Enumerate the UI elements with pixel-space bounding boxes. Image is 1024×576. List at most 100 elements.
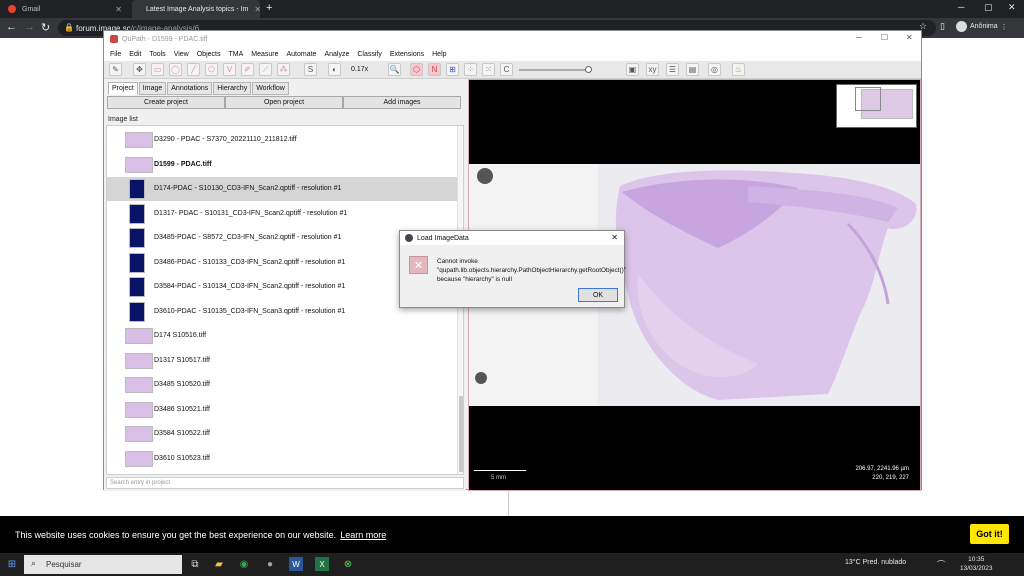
close-icon[interactable]: ✕ — [115, 5, 122, 14]
polygon-tool-icon[interactable]: ⬠ — [205, 63, 218, 76]
tab-hierarchy[interactable]: Hierarchy — [213, 82, 252, 95]
image-list-item[interactable]: D3610 S10523.tiff — [107, 447, 457, 471]
windows-start-icon[interactable]: ⊞ — [5, 557, 19, 571]
show-names-icon[interactable]: N — [428, 63, 441, 76]
polyline-tool-icon[interactable]: V — [223, 63, 236, 76]
back-arrow-icon[interactable]: ← — [6, 21, 17, 33]
minimize-icon[interactable]: ─ — [958, 2, 964, 12]
menu-analyze[interactable]: Analyze — [324, 51, 349, 58]
settings-icon[interactable]: ◎ — [708, 63, 721, 76]
image-list-item[interactable]: D174-PDAC - S10130_CD3-IFN_Scan2.qptiff … — [107, 177, 457, 201]
close-icon[interactable]: ✕ — [906, 33, 913, 42]
show-location-icon[interactable]: xy — [646, 63, 659, 76]
menu-view[interactable]: View — [174, 51, 189, 58]
show-connections-icon[interactable]: C — [500, 63, 513, 76]
image-name: D3485-PDAC - S8572_CD3-IFN_Scan2.qptiff … — [154, 234, 342, 241]
menu-help[interactable]: Help — [432, 51, 446, 58]
rectangle-tool-icon[interactable]: ▭ — [151, 63, 164, 76]
close-window-icon[interactable]: ✕ — [1008, 2, 1016, 13]
minimize-icon[interactable]: ─ — [856, 33, 862, 42]
open-project-button[interactable]: Open project — [225, 96, 343, 109]
tab-workflow[interactable]: Workflow — [252, 82, 289, 95]
browser-tab-strip: Gmail ✕ Latest Image Analysis topics - I… — [0, 0, 1024, 18]
brightness-contrast-icon[interactable]: ◐ — [328, 63, 341, 76]
image-list-item[interactable]: D1317- PDAC - S10131_CD3-IFN_Scan2.qptif… — [107, 202, 457, 226]
ok-button[interactable]: OK — [578, 288, 618, 302]
tab-image[interactable]: Image — [138, 82, 167, 95]
image-list-item[interactable]: D3290 - PDAC - S7370_20221110_211812.tif… — [107, 128, 457, 152]
system-clock[interactable]: 10:35 13/03/2023 — [960, 555, 993, 573]
maximize-icon[interactable]: ☐ — [881, 33, 888, 42]
got-it-button[interactable]: Got it! — [970, 524, 1009, 544]
profile-button[interactable]: Anônima ⋮ — [956, 21, 1008, 32]
image-list-item[interactable]: D3584 S10522.tiff — [107, 422, 457, 446]
brush-tool-icon[interactable]: ✐ — [241, 63, 254, 76]
cursor-position: 206.97, 2241.96 µm — [855, 466, 910, 472]
script-icon[interactable]: ♨ — [732, 63, 745, 76]
menu-edit[interactable]: Edit — [129, 51, 141, 58]
image-list-item[interactable]: D3485 S10520.tiff — [107, 373, 457, 397]
clock-time: 10:35 — [968, 556, 985, 563]
move-tool-icon[interactable]: ✎ — [109, 63, 122, 76]
tab-project[interactable]: Project — [108, 82, 138, 95]
menu-dots-icon[interactable]: ⋮ — [1001, 23, 1008, 31]
qupath-app-icon[interactable]: ● — [263, 557, 277, 571]
new-tab-button[interactable]: + — [266, 2, 272, 14]
word-icon[interactable]: W — [289, 557, 303, 571]
add-images-button[interactable]: Add images — [343, 96, 461, 109]
show-detections-icon[interactable]: ⁘ — [464, 63, 477, 76]
image-list-item[interactable]: D1317 S10517.tiff — [107, 349, 457, 373]
menu-bar: File Edit Tools View Objects TMA Measure… — [104, 47, 921, 61]
create-project-button[interactable]: Create project — [107, 96, 225, 109]
overview-thumbnail[interactable] — [836, 84, 917, 128]
excel-icon[interactable]: X — [315, 557, 329, 571]
image-list-item[interactable]: D174 S10516.tiff — [107, 324, 457, 348]
learn-more-link[interactable]: Learn more — [340, 530, 386, 540]
line-tool-icon[interactable]: ╱ — [187, 63, 200, 76]
show-grid-icon[interactable]: ▤ — [686, 63, 699, 76]
file-explorer-icon[interactable]: ▰ — [212, 557, 226, 571]
show-overview-icon[interactable]: ▣ — [626, 63, 639, 76]
slider-knob[interactable] — [585, 66, 592, 73]
menu-automate[interactable]: Automate — [286, 51, 316, 58]
image-thumbnail — [129, 252, 145, 273]
opacity-slider[interactable] — [519, 66, 592, 73]
pan-icon[interactable]: ✥ — [133, 63, 146, 76]
show-tma-grid-icon[interactable]: ⊞ — [446, 63, 459, 76]
image-list-item[interactable]: D3486 S10521.tiff — [107, 398, 457, 422]
taskbar-search-input[interactable]: ⌕ Pesquisar — [24, 555, 182, 574]
zoom-to-fit-icon[interactable]: 🔍 — [388, 63, 401, 76]
close-icon[interactable]: ✕ — [611, 233, 618, 242]
show-scalebar-icon[interactable]: ☰ — [666, 63, 679, 76]
menu-tools[interactable]: Tools — [149, 51, 165, 58]
show-annotations-icon[interactable]: ⬡ — [410, 63, 423, 76]
network-icon[interactable]: ⌒ — [934, 557, 948, 571]
maximize-icon[interactable]: ▢ — [984, 2, 993, 13]
image-thumbnail — [129, 228, 145, 248]
forward-arrow-icon[interactable]: → — [24, 21, 35, 33]
project-search-input[interactable]: Search entry in project — [106, 477, 464, 489]
xbox-icon[interactable]: ⊗ — [341, 557, 355, 571]
tab-annotations[interactable]: Annotations — [167, 82, 213, 95]
points-tool-icon[interactable]: ⁂ — [277, 63, 290, 76]
tab-image-analysis[interactable]: Latest Image Analysis topics - Im ✕ — [132, 0, 260, 18]
image-list-item[interactable]: D1599 - PDAC.tiff — [107, 153, 457, 177]
scrollbar-thumb[interactable] — [459, 396, 463, 472]
task-view-icon[interactable]: ⧉ — [188, 557, 202, 571]
fill-detections-icon[interactable]: ⁙ — [482, 63, 495, 76]
menu-extensions[interactable]: Extensions — [390, 51, 424, 58]
reload-icon[interactable]: ↻ — [41, 21, 50, 34]
wand-tool-icon[interactable]: ⟋ — [259, 63, 272, 76]
sidepanel-icon[interactable]: ▯ — [940, 21, 945, 32]
weather-widget[interactable]: 13°C Pred. nublado — [845, 559, 906, 566]
menu-measure[interactable]: Measure — [251, 51, 278, 58]
menu-objects[interactable]: Objects — [197, 51, 221, 58]
close-icon[interactable]: ✕ — [254, 5, 260, 14]
tab-gmail[interactable]: Gmail ✕ — [0, 0, 130, 18]
chrome-icon[interactable]: ◉ — [237, 557, 251, 571]
menu-classify[interactable]: Classify — [357, 51, 382, 58]
menu-tma[interactable]: TMA — [228, 51, 243, 58]
selection-mode-icon[interactable]: S — [304, 63, 317, 76]
menu-file[interactable]: File — [110, 51, 121, 58]
ellipse-tool-icon[interactable]: ◯ — [169, 63, 182, 76]
